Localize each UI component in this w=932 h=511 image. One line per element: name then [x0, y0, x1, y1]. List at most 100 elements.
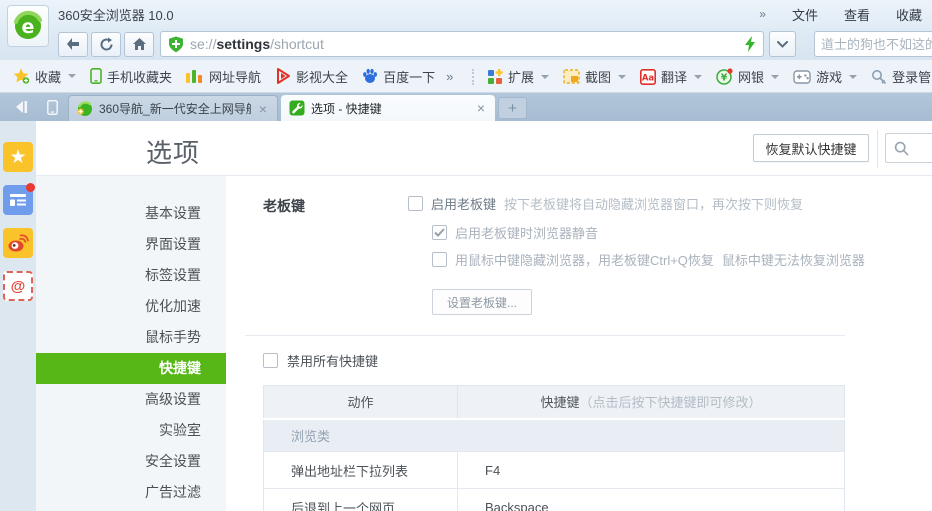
nav-item-interface[interactable]: 界面设置: [36, 229, 226, 260]
ebank-button[interactable]: ¥ 网银: [709, 65, 786, 89]
address-bar[interactable]: se://settings/shortcut: [160, 31, 764, 57]
tab-close-icon[interactable]: ×: [475, 100, 487, 116]
mobile-sync-button[interactable]: [37, 93, 68, 121]
home-button[interactable]: [124, 31, 154, 57]
menu-favorites[interactable]: 收藏: [896, 5, 922, 24]
nav-item-mouse-gesture[interactable]: 鼠标手势: [36, 322, 226, 353]
news-lines-glyph: [10, 194, 26, 206]
column-header-action: 动作: [263, 385, 458, 419]
disable-all-shortcuts-checkbox[interactable]: [263, 353, 278, 368]
site-security-shield-icon: [169, 36, 183, 52]
toolbar-divider: [472, 68, 474, 85]
enable-boss-key-checkbox[interactable]: [408, 196, 423, 211]
shortcut-key-value[interactable]: F4: [457, 451, 845, 489]
bookmark-video[interactable]: 影视大全: [268, 64, 355, 88]
games-button[interactable]: 游戏: [786, 65, 864, 89]
video-play-icon: [277, 68, 291, 84]
nav-item-tabs[interactable]: 标签设置: [36, 260, 226, 291]
nav-item-basic[interactable]: 基本设置: [36, 198, 226, 229]
set-boss-key-button[interactable]: 设置老板键...: [432, 289, 533, 315]
weibo-glyph: [8, 234, 29, 252]
menu-file[interactable]: 文件: [792, 5, 818, 24]
translate-button[interactable]: Aa 翻译: [633, 65, 709, 89]
shortcut-row: 弹出地址栏下拉列表 F4: [263, 451, 845, 489]
menu-view[interactable]: 查看: [844, 5, 870, 24]
favorites-caret-icon: [68, 74, 77, 78]
nav-item-ad-filter[interactable]: 广告过滤: [36, 477, 226, 508]
collapse-sidebar-button[interactable]: [6, 93, 37, 121]
boss-key-options: 启用老板键 按下老板键将自动隐藏浏览器窗口，再次按下则恢复 启用老板键时浏览器静…: [408, 194, 932, 315]
speed-lightning-icon[interactable]: [744, 36, 756, 52]
bookmark-favorites[interactable]: 收藏: [6, 64, 83, 88]
section-divider: [245, 335, 845, 336]
shortcut-action: 后退到上一个网页: [263, 488, 458, 511]
enable-boss-key-desc: 按下老板键将自动隐藏浏览器窗口，再次按下则恢复: [504, 197, 804, 212]
new-tab-button[interactable]: +: [498, 97, 527, 119]
nav-item-optimize[interactable]: 优化加速: [36, 291, 226, 322]
check-icon: [434, 228, 445, 237]
mute-on-boss-key-label: 启用老板键时浏览器静音: [455, 226, 599, 241]
side-icon-strip: ★ @: [0, 121, 36, 511]
screenshot-label: 截图: [585, 70, 612, 85]
page-title: 选项: [146, 138, 201, 168]
screenshot-icon: [563, 69, 580, 84]
middle-click-hide-checkbox[interactable]: [432, 252, 447, 267]
settings-main: 老板键 启用老板键 按下老板键将自动隐藏浏览器窗口，再次按下则恢复 启用老板键时…: [226, 176, 932, 511]
sidebar-news-icon[interactable]: [3, 183, 35, 215]
mute-on-boss-key-checkbox[interactable]: [432, 225, 447, 240]
browser-search-box[interactable]: [814, 31, 932, 57]
home-icon: [132, 38, 146, 50]
bookmarks-overflow-chevron-icon[interactable]: »: [442, 69, 457, 84]
nav-item-shortcut-keys[interactable]: 快捷键: [36, 353, 226, 384]
sidebar-weibo-icon[interactable]: [3, 228, 33, 258]
column-header-key-note: （点击后按下快捷键即可修改）: [579, 395, 762, 411]
disable-all-shortcuts-label: 禁用所有快捷键: [287, 354, 379, 369]
shortcut-section-label: 浏览类: [263, 417, 845, 452]
bookmark-mobile-favorites-label: 手机收藏夹: [107, 69, 173, 85]
column-header-key: 快捷键（点击后按下快捷键即可修改）: [457, 385, 845, 419]
tab-settings-shortcut[interactable]: 选项 - 快捷键 ×: [281, 95, 495, 121]
bookmark-site-nav[interactable]: 网址导航: [179, 64, 268, 88]
browser-search-input[interactable]: [821, 36, 932, 52]
svg-text:e: e: [22, 16, 35, 38]
address-dropdown-button[interactable]: [769, 31, 796, 57]
tab-360-nav-label: 360导航_新一代安全上网导航: [99, 102, 251, 116]
screenshot-button[interactable]: 截图: [556, 65, 633, 89]
nav-item-security[interactable]: 安全设置: [36, 446, 226, 477]
login-manager-button[interactable]: 登录管家: [864, 65, 932, 89]
tab-close-icon[interactable]: ×: [257, 101, 269, 117]
bookmark-video-label: 影视大全: [296, 69, 349, 85]
tab-360-nav[interactable]: 360导航_新一代安全上网导航 ×: [68, 95, 278, 121]
site-nav-icon: [186, 69, 203, 83]
refresh-button[interactable]: [91, 31, 121, 57]
shortcut-key-value[interactable]: Backspace: [457, 488, 845, 511]
enable-boss-key-label: 启用老板键: [431, 197, 497, 212]
translate-label: 翻译: [661, 70, 688, 85]
extensions-button[interactable]: 扩展: [480, 65, 556, 89]
shortcut-section-row: 浏览类: [263, 417, 845, 452]
menu-overflow-chevron-icon[interactable]: »: [759, 7, 766, 21]
enable-boss-key-row: 启用老板键 按下老板键将自动隐藏浏览器窗口，再次按下则恢复: [408, 194, 932, 213]
restore-default-shortcuts-button[interactable]: 恢复默认快捷键: [753, 134, 869, 162]
nav-item-advanced[interactable]: 高级设置: [36, 384, 226, 415]
disable-all-shortcuts-row: 禁用所有快捷键: [263, 351, 932, 370]
bookmark-mobile-favorites[interactable]: 手机收藏夹: [83, 64, 179, 88]
url-path: /shortcut: [270, 36, 324, 52]
bookmark-baidu[interactable]: 百度一下: [355, 64, 442, 88]
nav-item-lab[interactable]: 实验室: [36, 415, 226, 446]
refresh-icon: [100, 37, 113, 50]
login-manager-label: 登录管家: [892, 70, 932, 85]
bookmark-baidu-label: 百度一下: [383, 69, 436, 85]
back-button[interactable]: [58, 31, 88, 57]
mobile-phone-icon: [90, 68, 102, 84]
settings-search-box[interactable]: [885, 133, 932, 163]
browser-logo-icon[interactable]: e: [7, 5, 49, 47]
tab-bar: 360导航_新一代安全上网导航 × 选项 - 快捷键 × +: [0, 93, 932, 121]
sidebar-mail-icon[interactable]: @: [3, 271, 33, 301]
gamepad-icon: [793, 69, 811, 84]
collapse-arrow-icon: [16, 101, 28, 113]
url-text[interactable]: se://settings/shortcut: [190, 36, 738, 52]
notification-dot: [26, 183, 35, 192]
window-titlebar: e 360安全浏览器 10.0 » 文件 查看 收藏: [0, 0, 932, 47]
sidebar-favorites-icon[interactable]: ★: [3, 142, 33, 172]
